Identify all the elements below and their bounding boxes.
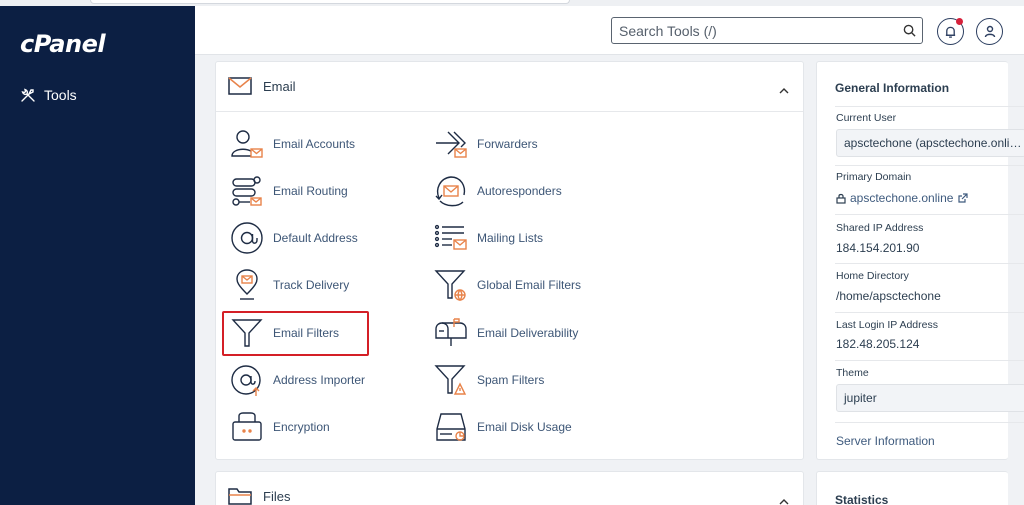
home-directory-value: /home/apsctechone	[836, 289, 941, 303]
tools-icon	[21, 88, 35, 102]
current-user-value: apsctechone (apsctechone.onli…	[836, 129, 1024, 157]
tool-label: Global Email Filters	[477, 278, 582, 292]
primary-domain-link[interactable]: apsctechone.online	[836, 191, 969, 205]
user-menu-button[interactable]	[976, 18, 1003, 45]
primary-domain-value: apsctechone.online	[850, 191, 954, 205]
shared-ip-value: 184.154.201.90	[836, 241, 920, 255]
cpanel-logo[interactable]: cPanel	[20, 30, 106, 58]
tool-email-deliverability[interactable]: Email Deliverability	[433, 314, 578, 352]
user-icon	[984, 25, 995, 38]
at-import-icon	[229, 362, 265, 398]
funnel-globe-icon	[433, 267, 469, 303]
tool-forwarders[interactable]: Forwarders	[433, 125, 538, 163]
email-section-title: Email	[263, 79, 296, 94]
search-icon[interactable]	[896, 24, 922, 37]
tool-track-delivery[interactable]: Track Delivery	[229, 266, 349, 304]
server-information-link[interactable]: Server Information	[836, 434, 935, 448]
chevron-up-icon[interactable]	[779, 492, 789, 505]
notifications-button[interactable]	[937, 18, 964, 45]
divider	[835, 360, 1024, 361]
divider	[835, 214, 1024, 215]
tool-email-filters[interactable]: Email Filters	[229, 314, 339, 352]
tool-email-accounts[interactable]: Email Accounts	[229, 125, 355, 163]
files-section-title: Files	[263, 489, 291, 504]
general-information-title: General Information	[835, 81, 950, 95]
tool-default-address[interactable]: Default Address	[229, 219, 358, 257]
tool-autoresponders[interactable]: Autoresponders	[433, 172, 562, 210]
statistics-title: Statistics	[835, 493, 889, 505]
files-section-header[interactable]: Files	[216, 472, 803, 505]
sidebar-item-label: Tools	[44, 87, 77, 103]
tool-global-email-filters[interactable]: Global Email Filters	[433, 266, 581, 304]
email-section-header[interactable]: Email	[216, 62, 803, 112]
bell-icon	[945, 26, 956, 38]
email-accounts-icon	[229, 126, 265, 162]
email-section-card: Email	[215, 61, 804, 460]
tool-label: Autoresponders	[477, 184, 562, 198]
chevron-up-icon[interactable]	[779, 81, 789, 99]
lock-icon	[836, 193, 846, 204]
divider	[835, 263, 1024, 264]
search-input[interactable]	[612, 18, 896, 43]
tool-label: Email Routing	[273, 184, 348, 198]
search-box[interactable]	[611, 17, 923, 44]
theme-value[interactable]: jupiter	[836, 384, 1024, 412]
tool-label: Address Importer	[273, 373, 366, 387]
at-sign-icon	[229, 220, 265, 256]
tool-label: Mailing Lists	[477, 231, 544, 245]
tool-label: Track Delivery	[273, 278, 350, 292]
tool-label: Forwarders	[477, 137, 538, 151]
last-login-ip-label: Last Login IP Address	[836, 319, 938, 331]
tool-spam-filters[interactable]: Spam Filters	[433, 361, 544, 399]
tool-label: Email Disk Usage	[477, 420, 572, 434]
theme-label: Theme	[836, 367, 869, 379]
mailing-lists-icon	[433, 220, 469, 256]
tool-label: Spam Filters	[477, 373, 545, 387]
primary-domain-label: Primary Domain	[836, 171, 912, 183]
general-information-card: General Information Current User apsctec…	[816, 61, 1024, 460]
browser-tab-edge	[90, 0, 570, 4]
sidebar-item-tools[interactable]: Tools	[20, 84, 77, 106]
tool-label: Default Address	[273, 231, 358, 245]
tool-label: Email Filters	[273, 326, 340, 340]
divider	[835, 312, 1024, 313]
email-routing-icon	[229, 173, 265, 209]
folder-icon	[228, 487, 252, 505]
funnel-icon	[229, 315, 265, 351]
current-user-label: Current User	[836, 112, 897, 124]
tool-email-routing[interactable]: Email Routing	[229, 172, 348, 210]
statistics-card: Statistics	[816, 471, 1008, 505]
tool-address-importer[interactable]: Address Importer	[229, 361, 365, 399]
tool-encryption[interactable]: Encryption	[229, 408, 330, 446]
tool-email-disk-usage[interactable]: Email Disk Usage	[433, 408, 572, 446]
mailbox-icon	[433, 315, 469, 351]
external-link-icon	[958, 193, 969, 203]
funnel-warning-icon	[433, 362, 469, 398]
notification-dot	[956, 18, 963, 25]
home-directory-label: Home Directory	[836, 270, 909, 282]
envelope-icon	[228, 77, 252, 100]
encryption-icon	[229, 409, 265, 445]
divider	[835, 106, 1024, 107]
sidebar: cPanel Tools	[0, 6, 195, 505]
files-section-card: Files	[215, 471, 804, 505]
top-header	[195, 6, 1024, 55]
tool-label: Encryption	[273, 420, 330, 434]
tool-mailing-lists[interactable]: Mailing Lists	[433, 219, 543, 257]
forwarders-icon	[433, 126, 469, 162]
shared-ip-label: Shared IP Address	[836, 222, 924, 234]
tool-label: Email Accounts	[273, 137, 356, 151]
autoresponders-icon	[433, 173, 469, 209]
last-login-ip-value: 182.48.205.124	[836, 337, 920, 351]
disk-usage-icon	[433, 409, 469, 445]
divider	[835, 422, 1024, 423]
divider	[835, 165, 1024, 166]
tool-label: Email Deliverability	[477, 326, 579, 340]
map-pin-mail-icon	[229, 267, 265, 303]
